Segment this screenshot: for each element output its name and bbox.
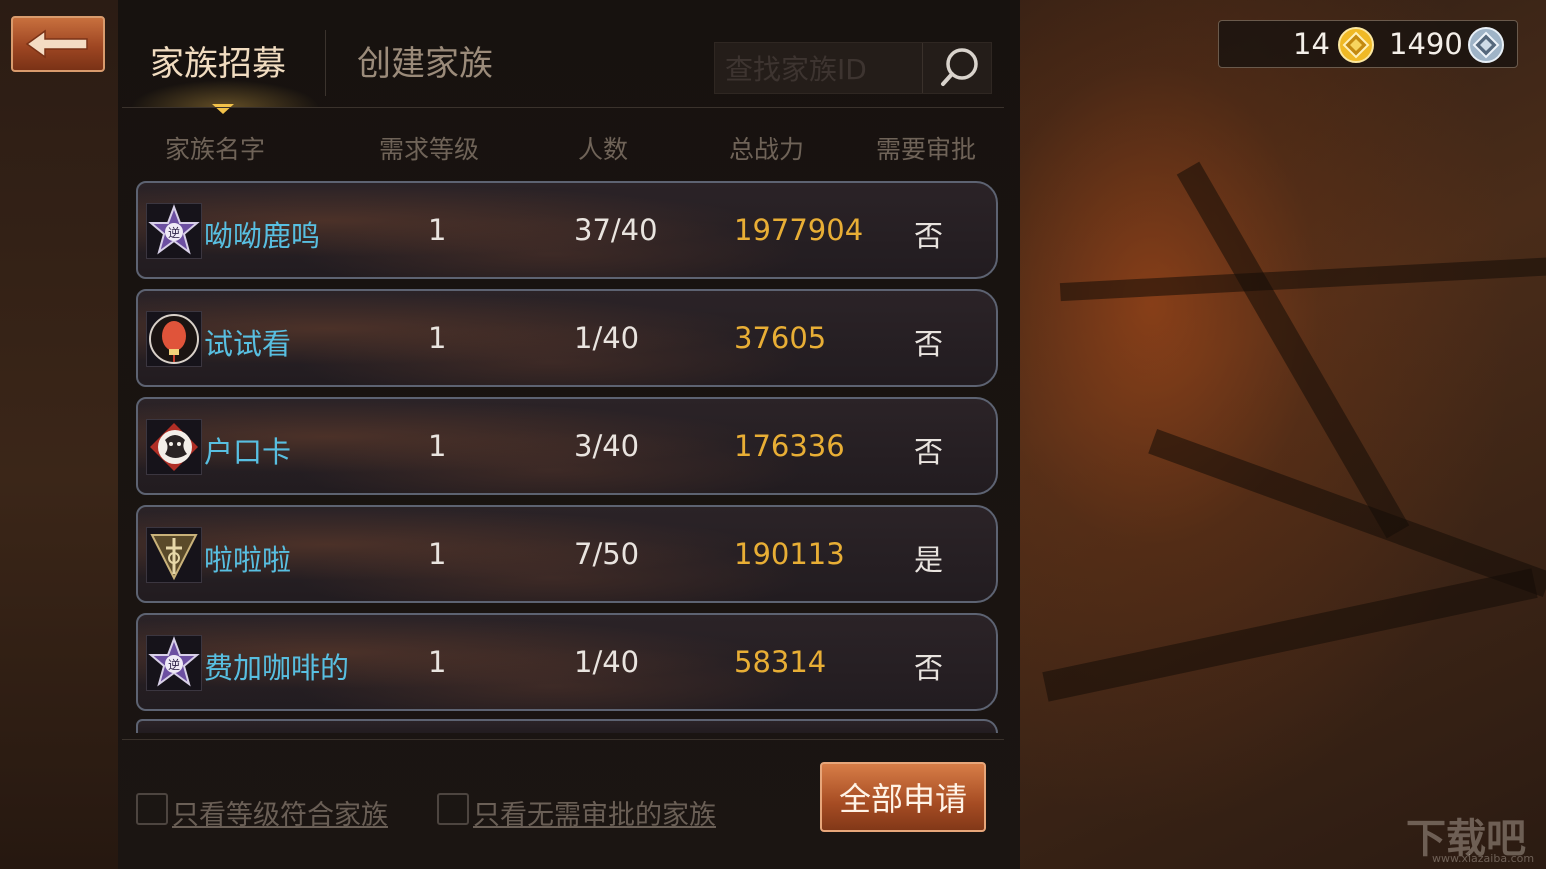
family-members: 7/50 (574, 537, 640, 571)
family-row[interactable]: 逆 呦呦鹿鸣 1 37/40 1977904 否 (136, 181, 998, 279)
filter-no-approval-label[interactable]: 只看无需审批的家族 (473, 793, 716, 832)
tab-create-family[interactable]: 创建家族 (357, 36, 493, 85)
filter-level-label[interactable]: 只看等级符合家族 (172, 793, 388, 832)
family-name: 啦啦啦 (204, 543, 292, 577)
search-box (714, 42, 992, 95)
search-button[interactable] (929, 43, 991, 93)
family-required-level: 1 (428, 537, 447, 571)
sword-emblem-icon (146, 527, 202, 583)
family-approval: 否 (914, 651, 944, 685)
filter-no-approval-checkbox[interactable] (437, 793, 469, 825)
column-header-total-power: 总战力 (729, 135, 805, 164)
active-tab-indicator (212, 104, 234, 114)
svg-text:逆: 逆 (168, 225, 180, 240)
family-total-power: 190113 (734, 537, 845, 571)
family-total-power: 58314 (734, 645, 827, 679)
family-members: 1/40 (574, 321, 640, 355)
family-members: 1/40 (574, 645, 640, 679)
gold-amount: 14 (1293, 27, 1330, 61)
family-approval: 否 (914, 219, 944, 253)
search-icon (941, 48, 978, 86)
family-approval: 否 (914, 435, 944, 469)
lantern-emblem-icon (146, 311, 202, 367)
search-separator (922, 43, 923, 93)
column-header-family-name: 家族名字 (165, 135, 266, 164)
family-approval: 否 (914, 327, 944, 361)
back-button[interactable] (11, 16, 105, 72)
svg-text:逆: 逆 (168, 657, 180, 672)
family-required-level: 1 (428, 645, 447, 679)
silver-amount: 1490 (1389, 27, 1463, 61)
family-row[interactable]: 啦啦啦 1 7/50 190113 是 (136, 505, 998, 603)
watermark-url: www.xiazaiba.com (1432, 852, 1535, 865)
family-approval: 是 (914, 543, 944, 577)
apply-all-button[interactable]: 全部申请 (820, 762, 986, 832)
back-arrow-icon (25, 29, 88, 59)
star-emblem-icon: 逆 (146, 635, 202, 691)
column-header-approval: 需要审批 (876, 135, 977, 164)
family-row[interactable]: 户口卡 1 3/40 176336 否 (136, 397, 998, 495)
family-total-power: 176336 (734, 429, 845, 463)
family-members: 3/40 (574, 429, 640, 463)
scene-background-left (0, 0, 118, 869)
search-input[interactable] (715, 43, 933, 95)
family-name: 呦呦鹿鸣 (204, 219, 321, 253)
tab-divider (325, 30, 326, 96)
family-row-partial (136, 719, 998, 733)
silver-coin-icon (1468, 27, 1504, 63)
tiger-emblem-icon (146, 419, 202, 475)
currency-panel: 14 1490 (1218, 20, 1518, 68)
family-name: 试试看 (204, 327, 292, 361)
gold-coin-icon (1338, 27, 1374, 63)
family-total-power: 37605 (734, 321, 827, 355)
scene-background-right (1020, 0, 1546, 869)
star-emblem-icon: 逆 (146, 203, 202, 259)
column-header-members: 人数 (578, 135, 629, 164)
family-row[interactable]: 试试看 1 1/40 37605 否 (136, 289, 998, 387)
family-required-level: 1 (428, 429, 447, 463)
header-divider (122, 107, 1004, 108)
column-header-required-level: 需求等级 (379, 135, 480, 164)
filter-level-checkbox[interactable] (136, 793, 168, 825)
family-total-power: 1977904 (734, 213, 864, 247)
family-row[interactable]: 逆 费加咖啡的 1 1/40 58314 否 (136, 613, 998, 711)
family-required-level: 1 (428, 213, 447, 247)
tab-family-recruit[interactable]: 家族招募 (150, 36, 286, 85)
family-name: 费加咖啡的 (204, 651, 350, 685)
family-name: 户口卡 (204, 435, 292, 469)
footer-divider (122, 739, 1004, 740)
family-required-level: 1 (428, 321, 447, 355)
family-members: 37/40 (574, 213, 658, 247)
